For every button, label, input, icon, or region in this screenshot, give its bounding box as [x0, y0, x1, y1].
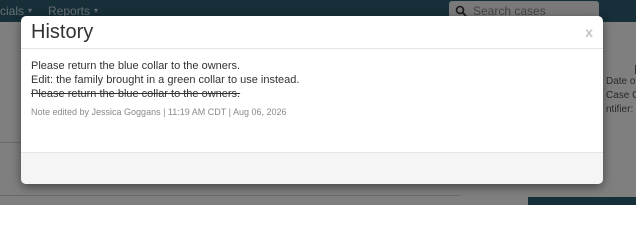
modal-body: Please return the blue collar to the own…: [31, 59, 591, 117]
note-line: Please return the blue collar to the own…: [31, 60, 241, 72]
modal-header: History x: [21, 16, 603, 49]
modal-title: History: [31, 21, 94, 43]
note-line: Edit: the family brought in a green coll…: [31, 74, 300, 86]
modal-footer: [21, 152, 603, 184]
note-edit-meta: Note edited by Jessica Goggans | 11:19 A…: [31, 107, 287, 117]
note-line-struck: Please return the blue collar to the own…: [31, 88, 241, 100]
history-modal: History x Please return the blue collar …: [21, 16, 603, 184]
close-button[interactable]: x: [585, 24, 593, 40]
